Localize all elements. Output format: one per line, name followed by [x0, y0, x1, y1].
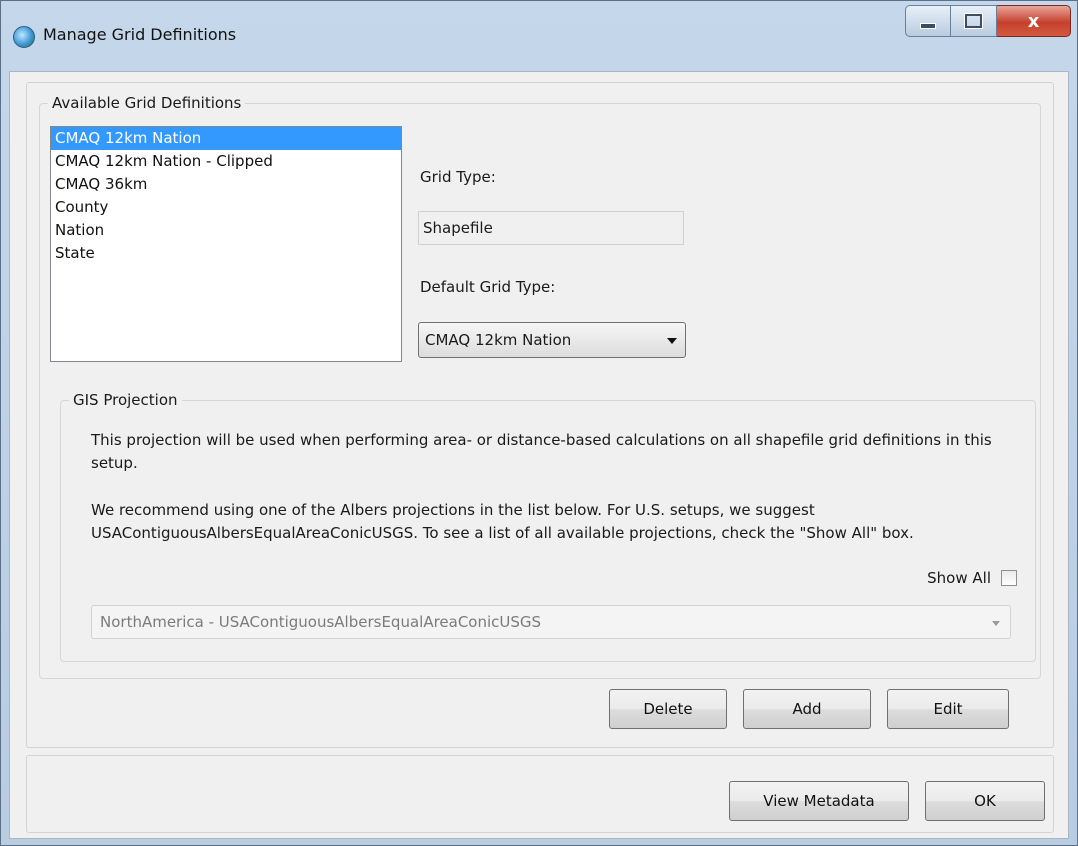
list-item[interactable]: State	[51, 242, 401, 265]
list-item[interactable]: CMAQ 12km Nation - Clipped	[51, 150, 401, 173]
projection-value: NorthAmerica - USAContiguousAlbersEqualA…	[100, 613, 542, 631]
chevron-down-icon	[992, 621, 1000, 626]
window-title: Manage Grid Definitions	[43, 25, 237, 44]
list-item[interactable]: County	[51, 196, 401, 219]
close-button[interactable]: x	[997, 5, 1071, 37]
gis-projection-group: GIS Projection This projection will be u…	[60, 391, 1036, 662]
default-grid-type-value: CMAQ 12km Nation	[425, 331, 572, 349]
grid-definitions-list[interactable]: CMAQ 12km Nation CMAQ 12km Nation - Clip…	[50, 126, 402, 362]
show-all-label: Show All	[927, 569, 991, 587]
chevron-down-icon	[667, 338, 677, 344]
manage-grid-definitions-window: Manage Grid Definitions x Available Grid…	[0, 0, 1078, 846]
view-metadata-button[interactable]: View Metadata	[729, 781, 909, 821]
gis-projection-description: This projection will be used when perfor…	[91, 431, 992, 472]
minimize-button[interactable]	[905, 5, 951, 37]
maximize-button[interactable]	[951, 5, 997, 37]
show-all-checkbox[interactable]	[1001, 570, 1017, 586]
maximize-icon	[951, 6, 996, 36]
projection-select[interactable]: NorthAmerica - USAContiguousAlbersEqualA…	[91, 605, 1011, 639]
gis-projection-recommendation: We recommend using one of the Albers pro…	[91, 501, 914, 542]
default-grid-type-select[interactable]: CMAQ 12km Nation	[418, 322, 686, 358]
globe-icon	[13, 26, 35, 48]
default-grid-type-label: Default Grid Type:	[420, 278, 556, 296]
available-grid-definitions-legend: Available Grid Definitions	[48, 94, 246, 112]
minimize-icon	[906, 6, 950, 36]
close-icon: x	[1027, 10, 1040, 32]
list-item[interactable]: Nation	[51, 219, 401, 242]
delete-button[interactable]: Delete	[609, 689, 727, 729]
window-controls: x	[905, 5, 1071, 39]
grid-type-field: Shapefile	[418, 211, 684, 245]
gis-projection-legend: GIS Projection	[69, 391, 182, 409]
title-bar[interactable]: Manage Grid Definitions x	[1, 1, 1077, 71]
bottom-panel: View Metadata OK	[26, 755, 1054, 833]
dialog-client-area: Available Grid Definitions CMAQ 12km Nat…	[9, 71, 1069, 839]
grid-type-label: Grid Type:	[420, 168, 496, 186]
show-all-control: Show All	[927, 569, 1017, 587]
list-item[interactable]: CMAQ 36km	[51, 173, 401, 196]
add-button[interactable]: Add	[743, 689, 871, 729]
ok-button[interactable]: OK	[925, 781, 1045, 821]
available-grid-definitions-group: Available Grid Definitions CMAQ 12km Nat…	[39, 94, 1041, 679]
main-panel: Available Grid Definitions CMAQ 12km Nat…	[26, 82, 1054, 748]
list-item[interactable]: CMAQ 12km Nation	[51, 127, 401, 150]
edit-button[interactable]: Edit	[887, 689, 1009, 729]
